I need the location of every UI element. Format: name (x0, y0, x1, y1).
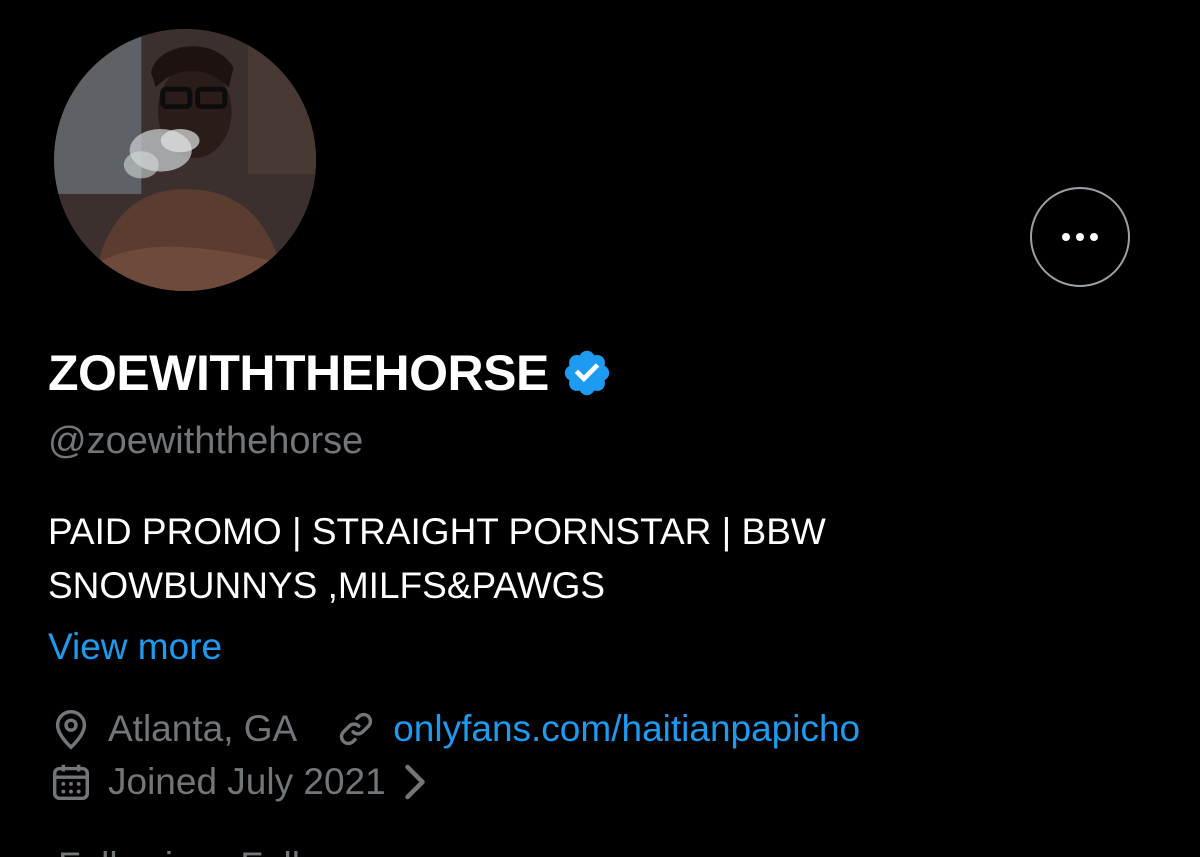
avatar[interactable] (50, 25, 320, 295)
profile-handle: @zoewiththehorse (48, 420, 364, 462)
view-more-link[interactable]: View more (48, 624, 222, 670)
profile-page: ZOEWITHTHEHORSE @zoewiththehorse PAID PR… (0, 0, 1200, 857)
profile-website-link[interactable]: onlyfans.com/haitianpapicho (393, 706, 860, 752)
followers-stat[interactable]: Followers (230, 843, 398, 857)
followers-label: Followers (240, 843, 398, 857)
more-horizontal-icon (1062, 233, 1098, 241)
profile-joined-date: Joined July 2021 (108, 761, 386, 802)
profile-meta-row: Atlanta, GA onlyfans.com/haitianpapicho (48, 706, 860, 752)
display-name: ZOEWITHTHEHORSE (48, 345, 549, 401)
bio-line: PAID PROMO | STRAIGHT PORNSTAR | BBW (48, 511, 826, 552)
bio-line: SNOWBUNNYS ,MILFS&PAWGS (48, 565, 606, 606)
chevron-right-icon (404, 764, 425, 800)
follow-stats: Following Followers (48, 843, 399, 857)
profile-name-row: ZOEWITHTHEHORSE (48, 343, 613, 403)
avatar-image (54, 29, 316, 291)
profile-joined-row[interactable]: Joined July 2021 (48, 759, 430, 805)
verified-badge-icon[interactable] (561, 347, 613, 399)
profile-location: Atlanta, GA (108, 708, 298, 749)
calendar-icon (52, 764, 90, 801)
following-label: Following (58, 843, 214, 857)
following-stat[interactable]: Following (48, 843, 214, 857)
profile-bio: PAID PROMO | STRAIGHT PORNSTAR | BBW SNO… (48, 505, 1148, 613)
more-options-button[interactable] (1030, 187, 1130, 287)
link-icon (340, 712, 373, 746)
location-pin-icon (55, 710, 87, 750)
